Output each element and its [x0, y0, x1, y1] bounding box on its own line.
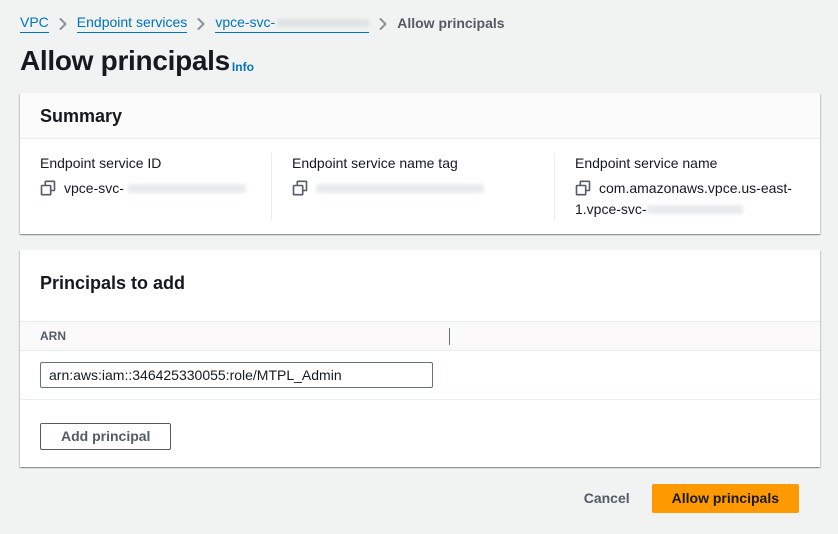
- redacted-text: [316, 184, 484, 193]
- chevron-right-icon: [197, 18, 205, 30]
- field-value: vpce-svc-: [40, 178, 257, 199]
- form-actions: Cancel Allow principals: [584, 484, 799, 512]
- principals-card-header: Principals to add: [20, 250, 820, 322]
- field-label: Endpoint service name: [575, 153, 806, 173]
- principals-heading: Principals to add: [40, 271, 800, 295]
- copy-icon[interactable]: [40, 180, 56, 196]
- field-label: Endpoint service ID: [40, 153, 257, 173]
- field-endpoint-service-name: Endpoint service name com.amazonaws.vpce…: [554, 153, 820, 220]
- cancel-button[interactable]: Cancel: [584, 490, 630, 506]
- chevron-right-icon: [59, 18, 67, 30]
- principals-card-footer: Add principal: [20, 400, 820, 467]
- redacted-text: [128, 184, 246, 193]
- column-resize-handle[interactable]: [449, 328, 450, 345]
- breadcrumb: VPC Endpoint services vpce-svc- Allow pr…: [20, 13, 505, 33]
- field-endpoint-service-name-tag: Endpoint service name tag: [271, 153, 554, 220]
- breadcrumb-link-vpc[interactable]: VPC: [20, 13, 49, 33]
- field-value: [292, 178, 540, 199]
- page-title-row: Allow principals Info: [20, 44, 254, 78]
- breadcrumb-service-id-prefix: vpce-svc-: [215, 13, 275, 31]
- summary-card-header: Summary: [20, 93, 820, 139]
- breadcrumb-link-endpoint-services[interactable]: Endpoint services: [77, 13, 188, 33]
- redacted-text: [647, 205, 743, 214]
- arn-column-header-row: ARN: [20, 322, 820, 351]
- copy-icon[interactable]: [575, 180, 591, 196]
- allow-principals-button[interactable]: Allow principals: [652, 484, 799, 513]
- principals-card: Principals to add ARN Add principal: [20, 250, 820, 467]
- page-title: Allow principals: [20, 44, 230, 78]
- summary-heading: Summary: [40, 104, 800, 128]
- arn-column-header: ARN: [40, 329, 66, 343]
- redacted-text: [277, 19, 369, 27]
- add-principal-button[interactable]: Add principal: [40, 423, 171, 450]
- endpoint-service-id-value: vpce-svc-: [64, 180, 124, 196]
- breadcrumb-current-page: Allow principals: [397, 14, 504, 32]
- chevron-right-icon: [379, 18, 387, 30]
- summary-card: Summary Endpoint service ID vpce-svc- En…: [20, 93, 820, 234]
- summary-body: Endpoint service ID vpce-svc- Endpoint s…: [20, 139, 820, 220]
- field-endpoint-service-id: Endpoint service ID vpce-svc-: [20, 153, 271, 220]
- field-label: Endpoint service name tag: [292, 153, 540, 173]
- info-link[interactable]: Info: [232, 60, 254, 74]
- breadcrumb-link-endpoint-service-id[interactable]: vpce-svc-: [215, 13, 369, 33]
- copy-icon[interactable]: [292, 180, 308, 196]
- arn-input[interactable]: [40, 362, 433, 388]
- field-value: com.amazonaws.vpce.us-east-1.vpce-svc-: [575, 178, 806, 220]
- arn-input-row: [20, 351, 820, 400]
